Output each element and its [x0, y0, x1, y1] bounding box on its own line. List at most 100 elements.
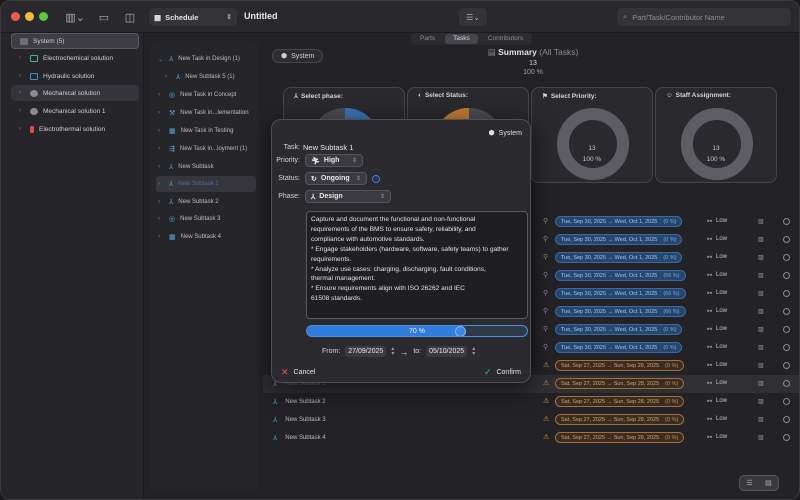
- completion-toggle[interactable]: [783, 362, 790, 369]
- deployment-icon: ⇶: [169, 146, 175, 153]
- date-range-pill[interactable]: Sat, Sep 27, 2025 → Sun, Sep 28, 2025 (0 …: [555, 396, 685, 407]
- cancel-button[interactable]: ✕ Cancel: [281, 367, 315, 378]
- priority-label: Priority:: [276, 157, 300, 164]
- schedule-selector[interactable]: ▦ Schedule ⇕: [149, 8, 237, 26]
- search-field[interactable]: ⌕ Part/Task/Contributor Name: [617, 8, 791, 26]
- date-range-pill[interactable]: Sat, Sep 27, 2025 → Sun, Sep 28, 2025 (0 …: [555, 378, 685, 389]
- sidebar-item-electrothermal[interactable]: › Electrothermal solution: [11, 121, 139, 137]
- tab-contributors[interactable]: Contributors: [480, 34, 531, 44]
- chevron-right-icon[interactable]: ›: [158, 181, 164, 187]
- chevron-right-icon[interactable]: ›: [158, 216, 164, 222]
- tree-item[interactable]: › ⚒ New Task in...lementation: [156, 105, 256, 121]
- completion-toggle[interactable]: [783, 380, 790, 387]
- tab-tasks[interactable]: Tasks: [445, 34, 478, 44]
- chevron-right-icon[interactable]: ›: [158, 146, 164, 152]
- layout-menu-icon[interactable]: ▥⌄: [63, 9, 87, 25]
- tree-item[interactable]: › ⇶ New Task in...loyment (1): [156, 141, 256, 157]
- chevron-right-icon[interactable]: ›: [158, 92, 164, 98]
- tree-item[interactable]: › ⅄ New Subtask: [156, 159, 256, 175]
- phase-value: Design: [319, 193, 343, 200]
- status-dropdown[interactable]: ↻ Ongoing ⇕: [305, 172, 367, 185]
- date-range-pill[interactable]: Tue, Sep 30, 2025 → Wed, Oct 1, 2025 (0 %…: [555, 234, 683, 245]
- sidebar-item-electrochemical[interactable]: › Electrochemical solution: [11, 50, 139, 66]
- date-range-pill[interactable]: Tue, Sep 30, 2025 → Wed, Oct 1, 2025 (0 %…: [555, 216, 683, 227]
- list-view-icon[interactable]: ☰: [746, 479, 752, 487]
- completion-toggle[interactable]: [783, 218, 790, 225]
- toggle-sidebar-icon[interactable]: ◫: [123, 9, 137, 25]
- description-textarea[interactable]: Capture and document the functional and …: [306, 211, 528, 319]
- completion-toggle[interactable]: [783, 416, 790, 423]
- chevron-right-icon[interactable]: ›: [19, 126, 25, 132]
- grid-view-icon[interactable]: ▤: [765, 479, 772, 487]
- chevron-down-icon[interactable]: ⌄: [158, 56, 164, 63]
- table-row[interactable]: ⅄ New Subtask 4 ⚠ Sat, Sep 27, 2025 → Sun, …: [263, 429, 799, 447]
- completion-toggle[interactable]: [783, 398, 790, 405]
- date-range-pill[interactable]: Tue, Sep 30, 2025 → Wed, Oct 1, 2025 (0 %…: [555, 252, 683, 263]
- bottom-view-toggle[interactable]: ☰ ▤: [739, 475, 779, 491]
- tree-item[interactable]: › ◎ New Task in Concept: [156, 87, 256, 103]
- chevron-right-icon[interactable]: ›: [158, 164, 164, 170]
- completion-toggle[interactable]: [783, 254, 790, 261]
- zoom-window-button[interactable]: [39, 12, 48, 21]
- sidebar-item-hydraulic[interactable]: › Hydraulic solution: [11, 68, 139, 84]
- toggle-inspector-icon[interactable]: ▭: [97, 9, 111, 25]
- completion-toggle[interactable]: [783, 290, 790, 297]
- to-date-field[interactable]: 05/10/2025: [426, 346, 468, 357]
- warning-icon: ⚠: [543, 362, 550, 369]
- staff-card[interactable]: ☺ Staff Assignment: 13 100 %: [655, 87, 777, 183]
- view-options-button[interactable]: ☰⌄: [459, 8, 487, 26]
- completion-toggle[interactable]: [783, 434, 790, 441]
- completion-toggle[interactable]: [783, 344, 790, 351]
- tab-parts[interactable]: Parts: [412, 34, 443, 44]
- priority-dropdown[interactable]: 🏃︎ High ⇕: [305, 154, 363, 167]
- date-range-pill[interactable]: Tue, Sep 30, 2025 → Wed, Oct 1, 2025 (66 …: [555, 270, 686, 281]
- date-range-pill[interactable]: Sat, Sep 27, 2025 → Sun, Sep 28, 2025 (0 …: [555, 414, 685, 425]
- info-icon[interactable]: i: [372, 175, 380, 183]
- priority-card[interactable]: ⚑ Select Priority: 13 100 %: [531, 87, 653, 183]
- chevron-right-icon[interactable]: ›: [19, 55, 25, 61]
- completion-toggle[interactable]: [783, 326, 790, 333]
- date-range-pill[interactable]: Tue, Sep 30, 2025 → Wed, Oct 1, 2025 (0 %…: [555, 342, 683, 353]
- date-range-pill[interactable]: Tue, Sep 30, 2025 → Wed, Oct 1, 2025 (66 …: [555, 306, 686, 317]
- date-range-pill[interactable]: Sat, Sep 27, 2025 → Sun, Sep 28, 2025 (0 …: [555, 432, 685, 443]
- chevron-right-icon[interactable]: ›: [158, 199, 164, 205]
- progress-slider[interactable]: 70 %: [306, 325, 528, 337]
- tree-item[interactable]: › ⅄ New Subtask 5 (1): [163, 69, 263, 85]
- completion-toggle[interactable]: [783, 272, 790, 279]
- priority-value: High: [323, 157, 340, 164]
- sidebar-item-mechanical[interactable]: › Mechanical solution: [11, 85, 139, 101]
- minimize-window-button[interactable]: [25, 12, 34, 21]
- chevron-right-icon[interactable]: ›: [158, 128, 164, 134]
- tree-item[interactable]: › ◎ New Subtask 3: [156, 211, 256, 227]
- chevron-right-icon[interactable]: ›: [19, 90, 25, 96]
- sidebar-item-system[interactable]: System (5): [11, 33, 139, 49]
- completion-toggle[interactable]: [783, 236, 790, 243]
- confirm-button[interactable]: ✓ Confirm: [484, 367, 521, 378]
- chevron-right-icon[interactable]: ›: [19, 73, 25, 79]
- completion-toggle[interactable]: [783, 308, 790, 315]
- system-filter-pill[interactable]: ⬢ System: [272, 49, 324, 63]
- from-date-field[interactable]: 27/09/2025: [345, 346, 387, 357]
- chevron-right-icon[interactable]: ›: [165, 74, 171, 80]
- chevron-right-icon[interactable]: ›: [19, 108, 25, 114]
- close-window-button[interactable]: [11, 12, 20, 21]
- table-row[interactable]: ⅄ New Subtask 3 ⚠ Sat, Sep 27, 2025 → Sun, …: [263, 411, 799, 429]
- chevron-right-icon[interactable]: ›: [158, 110, 164, 116]
- sidebar-item-mechanical-1[interactable]: › Mechanical solution 1: [11, 103, 139, 119]
- to-date-stepper[interactable]: ▴ ▾: [472, 346, 475, 357]
- phase-dropdown[interactable]: ⅄ Design ⇕: [305, 190, 391, 203]
- staff-icon: ▥: [758, 417, 764, 423]
- tree-item[interactable]: › ▦ New Task in Testing: [156, 123, 256, 139]
- chevron-right-icon[interactable]: ›: [158, 234, 164, 240]
- date-range-pill[interactable]: Tue, Sep 30, 2025 → Wed, Oct 1, 2025 (0 %…: [555, 324, 683, 335]
- card-count: 13: [588, 145, 596, 152]
- date-range-pill[interactable]: Sat, Sep 27, 2025 → Sun, Sep 28, 2025 (0 …: [555, 360, 685, 371]
- table-row[interactable]: ⅄ New Subtask 2 ⚠ Sat, Sep 27, 2025 → Sun, …: [263, 393, 799, 411]
- card-percent: 100 %: [706, 156, 726, 163]
- tree-item-selected[interactable]: › ⅄ New Subtask 1: [156, 176, 256, 192]
- tree-item[interactable]: › ▦ New Subtask 4: [156, 229, 256, 245]
- tree-item[interactable]: › ⅄ New Subtask 2: [156, 194, 256, 210]
- tree-item[interactable]: ⌄ ⅄ New Task in Design (1): [156, 51, 256, 67]
- date-range-pill[interactable]: Tue, Sep 30, 2025 → Wed, Oct 1, 2025 (66 …: [555, 288, 686, 299]
- from-date-stepper[interactable]: ▴ ▾: [391, 346, 394, 357]
